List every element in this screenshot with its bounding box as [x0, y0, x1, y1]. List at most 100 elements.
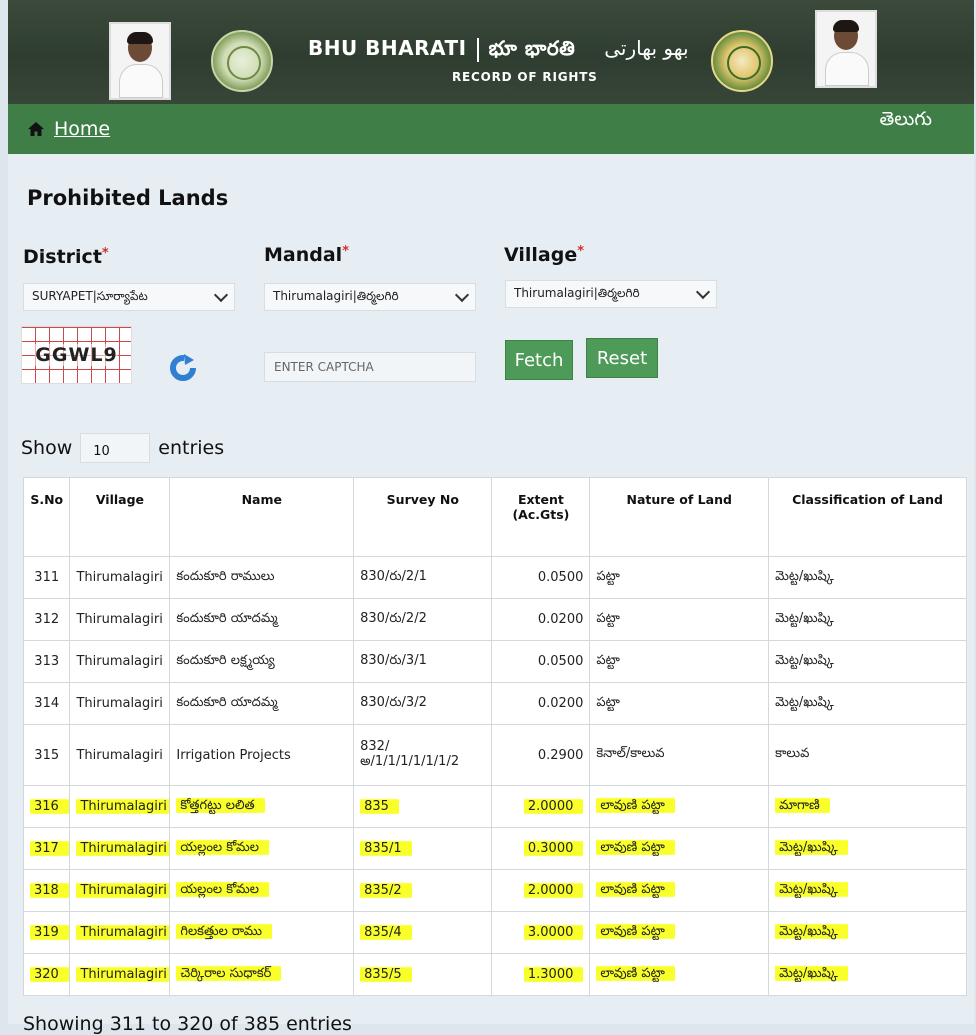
chevron-down-icon: [454, 287, 470, 303]
extent-value: 0.0500: [537, 570, 584, 585]
cell-sno: 311: [22, 556, 71, 599]
cell-extent: 3.0000: [491, 911, 591, 954]
cell-name: కందుకూరి రాములు: [169, 556, 355, 599]
fetch-button[interactable]: Fetch: [505, 340, 573, 380]
village-select[interactable]: Thirumalagiri|తిర్మలగిరి: [505, 280, 717, 308]
cell-name: గిలకత్తుల రాము: [169, 911, 355, 954]
cell-classification: మెట్ట/ఖుష్కి: [768, 682, 967, 725]
cell-survey: 830/రు/2/1: [353, 556, 493, 599]
cell-classification: మెట్ట/ఖుష్కి: [768, 556, 967, 599]
cell-classification: కాలువ: [768, 724, 967, 786]
name-value: కోత్తగట్టు లలిత: [176, 795, 265, 815]
cell-extent: 0.0200: [491, 598, 591, 641]
portal-title-urdu: بھو بھارتی: [604, 36, 689, 60]
cell-nature: కెనాల్/కాలువ: [589, 724, 770, 786]
survey-value: 835/1: [360, 839, 412, 858]
required-marker: *: [577, 244, 585, 259]
classification-value: మెట్ట/ఖుష్కి: [775, 921, 848, 941]
sno-value: 315: [34, 747, 60, 763]
cell-nature: పట్టా: [589, 598, 770, 641]
nature-value: లావుణి పట్టా: [596, 837, 675, 857]
table-row: 319 Thirumalagiri గిలకత్తుల రాము 835/4 3.000…: [22, 911, 967, 954]
extent-value: 0.0200: [537, 612, 584, 627]
cell-extent: 2.0000: [491, 785, 591, 828]
district-label: District*: [23, 246, 109, 268]
sno-value: 312: [34, 612, 60, 627]
village-label: Village*: [504, 244, 585, 266]
telugu-language-link[interactable]: తెలుగు: [880, 108, 932, 135]
table-row: 318 Thirumalagiri యల్లంల కోమల 835/2 2.0000 లా…: [22, 869, 967, 912]
chevron-down-icon: [213, 287, 229, 303]
cell-village: Thirumalagiri: [69, 682, 171, 725]
home-icon: [28, 122, 44, 136]
cell-nature: లావుణి పట్టా: [589, 785, 770, 828]
refresh-captcha-icon[interactable]: [168, 352, 198, 382]
cell-extent: 1.3000: [491, 953, 591, 996]
name-value: యల్లంల కోమల: [176, 879, 269, 899]
cell-village: Thirumalagiri: [69, 724, 171, 786]
column-header-classification[interactable]: Classification of Land: [768, 477, 967, 557]
cell-classification: మెట్ట/ఖుష్కి: [768, 911, 967, 954]
district-select[interactable]: SURYAPET|సూర్యాపేట: [23, 283, 235, 311]
classification-value: మెట్ట/ఖుష్కి: [775, 694, 834, 710]
village-value: Thirumalagiri: [76, 696, 163, 711]
cell-name: యల్లంల కోమల: [169, 827, 355, 870]
portal-title-telugu: భూ భారతి: [488, 36, 576, 60]
captcha-image: GGWL9: [21, 326, 132, 384]
extent-value: 1.3000: [523, 965, 584, 984]
column-header-survey-no[interactable]: Survey No: [353, 477, 493, 557]
cell-extent: 0.0500: [491, 640, 591, 683]
cell-village: Thirumalagiri: [69, 953, 171, 996]
cell-sno: 313: [22, 640, 71, 683]
entries-per-page-select[interactable]: 10: [80, 433, 151, 463]
extent-value: 0.0500: [537, 654, 584, 669]
nav-bar: Home తెలుగు: [8, 104, 974, 154]
cell-extent: 2.0000: [491, 869, 591, 912]
survey-value: 830/రు/2/1: [360, 568, 427, 584]
column-header-village[interactable]: Village: [69, 477, 171, 557]
chief-minister-photo: [109, 22, 171, 100]
captcha-input[interactable]: [264, 352, 476, 382]
column-header-name[interactable]: Name: [169, 477, 355, 557]
name-value: చెర్కిరాల సుధాకర్: [176, 963, 282, 983]
column-header-sno[interactable]: S.No: [22, 477, 71, 557]
classification-value: మెట్ట/ఖుష్కి: [775, 879, 848, 899]
sno-value: 317: [30, 839, 69, 858]
cell-nature: పట్టా: [589, 640, 770, 683]
nature-value: పట్టా: [596, 652, 620, 668]
classification-value: మెట్ట/ఖుష్కి: [775, 652, 834, 668]
reset-button[interactable]: Reset: [586, 338, 658, 378]
extent-value: 0.3000: [523, 839, 584, 858]
name-value: గిలకత్తుల రాము: [176, 921, 272, 941]
village-value: Thirumalagiri: [76, 797, 169, 816]
cell-name: Irrigation Projects: [169, 724, 355, 786]
home-link[interactable]: Home: [54, 118, 110, 140]
mandal-select[interactable]: Thirumalagiri|తిర్మలగిరి: [264, 283, 476, 311]
cell-nature: లావుణి పట్టా: [589, 911, 770, 954]
column-header-extent[interactable]: Extent (Ac.Gts): [491, 477, 591, 557]
classification-value: మాగాణి: [775, 795, 830, 815]
table-row: 311 Thirumalagiri కందుకూరి రాములు 830/రు/2/…: [22, 556, 967, 599]
required-marker: *: [342, 244, 350, 259]
table-body: 311 Thirumalagiri కందుకూరి రాములు 830/రు/2/…: [22, 556, 967, 996]
village-value: Thirumalagiri: [76, 747, 163, 763]
survey-value: 832/ అ/1/1/1/1/1/1/2: [360, 738, 460, 769]
table-row: 316 Thirumalagiri కోత్తగట్టు లలిత 835 2.0000…: [22, 785, 967, 828]
state-emblem-icon: [211, 30, 273, 92]
nature-value: లావుణి పట్టా: [596, 963, 675, 983]
cell-extent: 0.0500: [491, 556, 591, 599]
cell-survey: 830/రు/3/1: [353, 640, 493, 683]
nature-value: లావుణి పట్టా: [596, 879, 675, 899]
classification-value: మెట్ట/ఖుష్కి: [775, 963, 848, 983]
classification-value: మెట్ట/ఖుష్కి: [775, 837, 848, 857]
village-value: Thirumalagiri: [76, 965, 169, 984]
header-banner: BHU BHARATI భూ భారతి بھو بھارتی RECORD OF…: [8, 0, 974, 104]
cell-name: కందుకూరి యాదమ్మ: [169, 682, 355, 725]
table-row: 314 Thirumalagiri కందుకూరి యాదమ్మ 830/రు/3/…: [22, 682, 967, 725]
cell-name: యల్లంల కోమల: [169, 869, 355, 912]
name-value: కందుకూరి యాదమ్మ: [176, 610, 278, 626]
table-row: 320 Thirumalagiri చెర్కిరాల సుధాకర్ 835/5 1.…: [22, 953, 967, 996]
cell-classification: మెట్ట/ఖుష్కి: [768, 953, 967, 996]
column-header-nature-of-land[interactable]: Nature of Land: [589, 477, 770, 557]
table-header-row: S.No Village Name Survey No Extent (Ac.G…: [22, 477, 967, 557]
